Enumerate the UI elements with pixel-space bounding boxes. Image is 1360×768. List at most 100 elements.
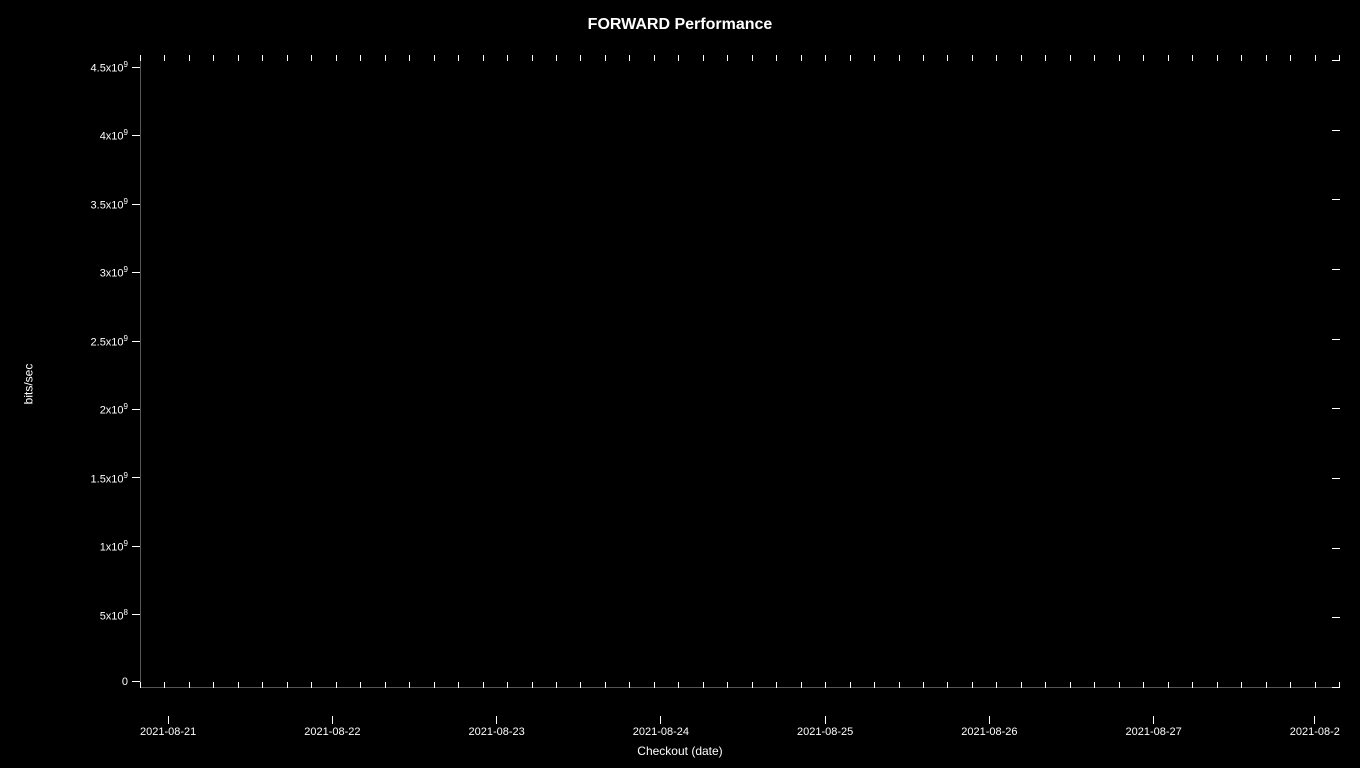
top-tick	[532, 55, 533, 61]
y-tick-line	[132, 614, 140, 615]
top-tick	[507, 55, 508, 61]
x-tick-2021-08-23: 2021-08-23	[469, 716, 525, 738]
bottom-tick	[1217, 682, 1218, 688]
top-tick	[801, 55, 802, 61]
bottom-tick	[1315, 682, 1316, 688]
bottom-tick	[580, 682, 581, 688]
top-tick	[483, 55, 484, 61]
y-tick-2e9: 2x109	[100, 402, 140, 417]
bottom-tick	[140, 682, 141, 688]
top-tick	[1070, 55, 1071, 61]
y-tick-line	[132, 272, 140, 273]
top-tick	[189, 55, 190, 61]
x-tick-2021-08-27: 2021-08-27	[1126, 716, 1182, 738]
bottom-tick	[1143, 682, 1144, 688]
top-tick	[434, 55, 435, 61]
bottom-tick	[825, 682, 826, 688]
top-tick	[605, 55, 606, 61]
y-tick-1e9: 1x109	[100, 539, 140, 554]
x-axis: 2021-08-21 2021-08-22 2021-08-23 2021-08…	[140, 716, 1340, 738]
top-tick	[360, 55, 361, 61]
top-tick	[776, 55, 777, 61]
top-tick	[947, 55, 948, 61]
top-tick	[1143, 55, 1144, 61]
bottom-ticks: // We'll generate these via JS below	[140, 682, 1340, 688]
bottom-tick	[507, 682, 508, 688]
top-tick	[1021, 55, 1022, 61]
top-tick	[140, 55, 141, 61]
top-tick	[727, 55, 728, 61]
y-tick-4_5e9: 4.5x109	[91, 60, 140, 75]
top-tick	[409, 55, 410, 61]
bottom-tick	[678, 682, 679, 688]
bottom-tick	[238, 682, 239, 688]
bottom-tick	[189, 682, 190, 688]
bottom-tick	[1339, 682, 1340, 688]
top-ticks	[140, 55, 1340, 61]
bottom-tick	[1045, 682, 1046, 688]
x-tick-2021-08-21: 2021-08-21	[140, 716, 196, 738]
top-tick	[1094, 55, 1095, 61]
y-tick-line	[132, 681, 140, 682]
bottom-tick	[311, 682, 312, 688]
right-dash	[1332, 617, 1340, 618]
top-tick	[899, 55, 900, 61]
bottom-tick	[776, 682, 777, 688]
top-tick	[1339, 55, 1340, 61]
top-tick	[678, 55, 679, 61]
top-tick	[1241, 55, 1242, 61]
y-tick-line	[132, 409, 140, 410]
x-tick-2021-08-22: 2021-08-22	[304, 716, 360, 738]
bottom-tick	[1070, 682, 1071, 688]
y-tick-line	[132, 477, 140, 478]
x-tick-2021-08-25: 2021-08-25	[797, 716, 853, 738]
bottom-tick	[287, 682, 288, 688]
y-tick-line	[132, 67, 140, 68]
top-tick	[1192, 55, 1193, 61]
bottom-tick	[458, 682, 459, 688]
right-dash	[1332, 199, 1340, 200]
top-tick	[238, 55, 239, 61]
right-axis-dashes	[1332, 60, 1340, 688]
top-tick	[752, 55, 753, 61]
bottom-tick	[483, 682, 484, 688]
y-tick-1_5e9: 1.5x109	[91, 471, 140, 486]
bottom-tick	[336, 682, 337, 688]
y-axis-label: bits/sec	[21, 364, 35, 405]
y-tick-5e8: 5x108	[100, 608, 140, 623]
bottom-tick	[899, 682, 900, 688]
top-tick	[629, 55, 630, 61]
bottom-tick	[1241, 682, 1242, 688]
bottom-tick	[654, 682, 655, 688]
y-tick-line	[132, 204, 140, 205]
top-tick	[262, 55, 263, 61]
y-tick-2_5e9: 2.5x109	[91, 334, 140, 349]
x-tick-2021-08-24: 2021-08-24	[633, 716, 689, 738]
y-tick-4e9: 4x109	[100, 128, 140, 143]
bottom-tick	[556, 682, 557, 688]
bottom-tick	[213, 682, 214, 688]
bottom-tick	[752, 682, 753, 688]
bottom-tick	[874, 682, 875, 688]
bottom-tick	[727, 682, 728, 688]
right-dash	[1332, 478, 1340, 479]
bottom-tick	[703, 682, 704, 688]
y-tick-3e9: 3x109	[100, 265, 140, 280]
bottom-tick	[605, 682, 606, 688]
y-axis: 4.5x109 4x109 3.5x109 3x109 2.5x109 2x10…	[40, 60, 140, 688]
bottom-tick	[850, 682, 851, 688]
bottom-tick	[923, 682, 924, 688]
top-tick	[1168, 55, 1169, 61]
bottom-tick	[801, 682, 802, 688]
bottom-tick	[532, 682, 533, 688]
y-tick-line	[132, 135, 140, 136]
right-dash	[1332, 548, 1340, 549]
top-tick	[458, 55, 459, 61]
top-tick	[1217, 55, 1218, 61]
top-tick	[287, 55, 288, 61]
top-tick	[703, 55, 704, 61]
top-tick	[972, 55, 973, 61]
top-tick	[996, 55, 997, 61]
y-tick-3_5e9: 3.5x109	[91, 197, 140, 212]
top-tick	[580, 55, 581, 61]
